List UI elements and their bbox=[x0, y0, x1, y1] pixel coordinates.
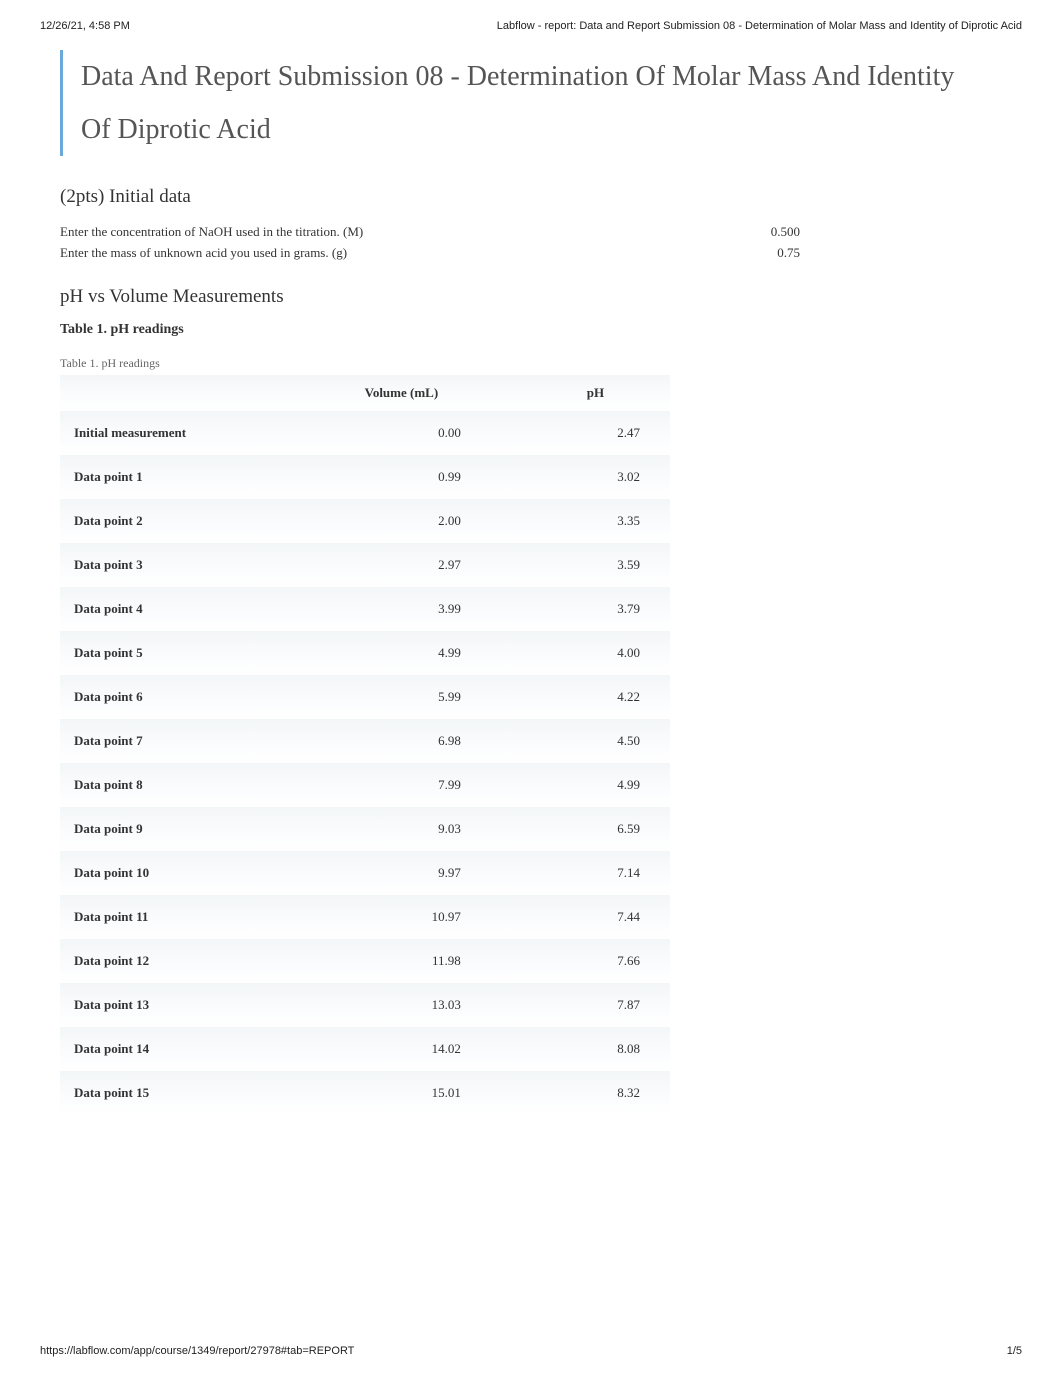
row-ph: 6.59 bbox=[521, 807, 670, 851]
table-row: Data point 1414.028.08 bbox=[60, 1027, 670, 1071]
row-ph: 4.22 bbox=[521, 675, 670, 719]
row-volume: 7.99 bbox=[282, 763, 521, 807]
col-header-blank bbox=[60, 375, 282, 411]
row-ph: 3.59 bbox=[521, 543, 670, 587]
initial-data-row: Enter the concentration of NaOH used in … bbox=[60, 222, 982, 243]
table-row: Data point 54.994.00 bbox=[60, 631, 670, 675]
print-footer-url: https://labflow.com/app/course/1349/repo… bbox=[40, 1345, 354, 1357]
row-ph: 4.99 bbox=[521, 763, 670, 807]
print-page-indicator: 1/5 bbox=[1007, 1345, 1022, 1357]
row-label: Data point 5 bbox=[60, 631, 282, 675]
content: Data And Report Submission 08 - Determin… bbox=[40, 50, 1022, 1115]
row-volume: 14.02 bbox=[282, 1027, 521, 1071]
row-label: Data point 11 bbox=[60, 895, 282, 939]
row-label: Initial measurement bbox=[60, 411, 282, 455]
row-ph: 2.47 bbox=[521, 411, 670, 455]
table-row: Data point 1515.018.32 bbox=[60, 1071, 670, 1115]
table-row: Data point 87.994.99 bbox=[60, 763, 670, 807]
row-label: Data point 10 bbox=[60, 851, 282, 895]
row-ph: 8.32 bbox=[521, 1071, 670, 1115]
row-volume: 15.01 bbox=[282, 1071, 521, 1115]
table-title: Table 1. pH readings bbox=[60, 322, 982, 338]
initial-label: Enter the mass of unknown acid you used … bbox=[60, 243, 680, 264]
row-ph: 3.02 bbox=[521, 455, 670, 499]
page: 12/26/21, 4:58 PM Labflow - report: Data… bbox=[0, 0, 1062, 1377]
row-ph: 7.44 bbox=[521, 895, 670, 939]
table-row: Data point 32.973.59 bbox=[60, 543, 670, 587]
row-label: Data point 12 bbox=[60, 939, 282, 983]
table-row: Data point 22.003.35 bbox=[60, 499, 670, 543]
row-volume: 5.99 bbox=[282, 675, 521, 719]
row-label: Data point 14 bbox=[60, 1027, 282, 1071]
row-volume: 6.98 bbox=[282, 719, 521, 763]
row-volume: 2.97 bbox=[282, 543, 521, 587]
table-row: Data point 1110.977.44 bbox=[60, 895, 670, 939]
row-ph: 3.35 bbox=[521, 499, 670, 543]
row-label: Data point 15 bbox=[60, 1071, 282, 1115]
table-row: Data point 1313.037.87 bbox=[60, 983, 670, 1027]
row-label: Data point 3 bbox=[60, 543, 282, 587]
row-label: Data point 13 bbox=[60, 983, 282, 1027]
row-ph: 8.08 bbox=[521, 1027, 670, 1071]
row-label: Data point 1 bbox=[60, 455, 282, 499]
table-header-row: Volume (mL) pH bbox=[60, 375, 670, 411]
initial-data-row: Enter the mass of unknown acid you used … bbox=[60, 243, 982, 264]
row-label: Data point 4 bbox=[60, 587, 282, 631]
table-row: Data point 109.977.14 bbox=[60, 851, 670, 895]
initial-data-block: Enter the concentration of NaOH used in … bbox=[60, 222, 982, 264]
table-row: Data point 1211.987.66 bbox=[60, 939, 670, 983]
row-ph: 7.66 bbox=[521, 939, 670, 983]
row-label: Data point 8 bbox=[60, 763, 282, 807]
row-volume: 10.97 bbox=[282, 895, 521, 939]
col-header-volume: Volume (mL) bbox=[282, 375, 521, 411]
print-datetime: 12/26/21, 4:58 PM bbox=[40, 20, 130, 32]
print-header: 12/26/21, 4:58 PM Labflow - report: Data… bbox=[40, 20, 1022, 32]
section-measurements-heading: pH vs Volume Measurements bbox=[60, 286, 982, 308]
row-volume: 9.03 bbox=[282, 807, 521, 851]
table-row: Data point 43.993.79 bbox=[60, 587, 670, 631]
initial-label: Enter the concentration of NaOH used in … bbox=[60, 222, 680, 243]
table-row: Data point 10.993.02 bbox=[60, 455, 670, 499]
row-volume: 9.97 bbox=[282, 851, 521, 895]
row-ph: 3.79 bbox=[521, 587, 670, 631]
row-volume: 4.99 bbox=[282, 631, 521, 675]
initial-value: 0.500 bbox=[680, 222, 800, 243]
row-label: Data point 2 bbox=[60, 499, 282, 543]
table-row: Initial measurement0.002.47 bbox=[60, 411, 670, 455]
row-ph: 4.50 bbox=[521, 719, 670, 763]
section-initial-heading: (2pts) Initial data bbox=[60, 186, 982, 208]
page-title: Data And Report Submission 08 - Determin… bbox=[60, 50, 982, 156]
table-row: Data point 65.994.22 bbox=[60, 675, 670, 719]
row-label: Data point 9 bbox=[60, 807, 282, 851]
ph-readings-table: Volume (mL) pH Initial measurement0.002.… bbox=[60, 375, 670, 1115]
initial-value: 0.75 bbox=[680, 243, 800, 264]
row-volume: 3.99 bbox=[282, 587, 521, 631]
table-body: Initial measurement0.002.47Data point 10… bbox=[60, 411, 670, 1115]
row-label: Data point 6 bbox=[60, 675, 282, 719]
row-volume: 13.03 bbox=[282, 983, 521, 1027]
col-header-ph: pH bbox=[521, 375, 670, 411]
row-volume: 0.99 bbox=[282, 455, 521, 499]
row-volume: 11.98 bbox=[282, 939, 521, 983]
print-footer: https://labflow.com/app/course/1349/repo… bbox=[40, 1345, 1022, 1357]
table-caption: Table 1. pH readings bbox=[60, 356, 982, 371]
row-volume: 0.00 bbox=[282, 411, 521, 455]
row-volume: 2.00 bbox=[282, 499, 521, 543]
print-title: Labflow - report: Data and Report Submis… bbox=[497, 20, 1022, 32]
table-row: Data point 99.036.59 bbox=[60, 807, 670, 851]
row-ph: 4.00 bbox=[521, 631, 670, 675]
row-ph: 7.14 bbox=[521, 851, 670, 895]
table-row: Data point 76.984.50 bbox=[60, 719, 670, 763]
row-ph: 7.87 bbox=[521, 983, 670, 1027]
row-label: Data point 7 bbox=[60, 719, 282, 763]
